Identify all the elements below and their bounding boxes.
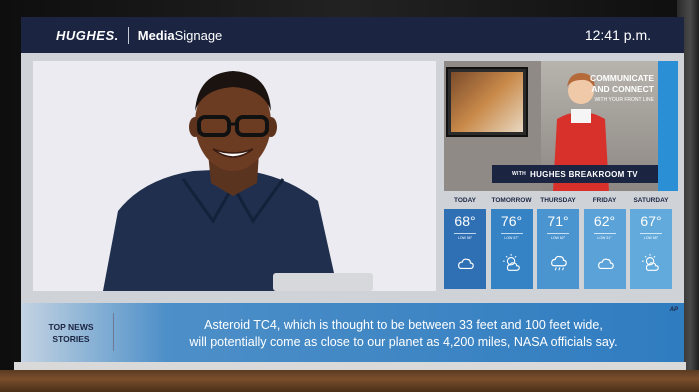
ticker-label: TOP NEWS STORIES xyxy=(31,321,111,345)
weather-high-temp: 67° xyxy=(640,213,662,229)
weather-divider xyxy=(547,233,569,234)
hughes-logo: HUGHES. xyxy=(56,27,119,43)
cloud-icon xyxy=(597,258,614,270)
product-name: MediaSignage xyxy=(138,28,223,43)
product-name-bold: Media xyxy=(137,27,175,43)
weather-day-tomorrow: TOMORROW 76° LOW 67° xyxy=(490,197,533,291)
promo-panel: COMMUNICATE AND CONNECT WITH YOUR FRONT … xyxy=(444,61,678,191)
weather-divider xyxy=(500,233,523,234)
promo-headline-line2: AND CONNECT xyxy=(591,84,654,94)
weather-day-name: FRIDAY xyxy=(592,197,617,204)
weather-day-name: THURSDAY xyxy=(540,197,576,204)
weather-day-today: TODAY 68° LOW 56° xyxy=(444,197,486,291)
promo-headline-line1: COMMUNICATE xyxy=(589,73,654,83)
ticker-label-line2: STORIES xyxy=(52,334,90,344)
rain-cloud-icon xyxy=(551,255,567,271)
ticker-label-line1: TOP NEWS xyxy=(48,322,94,332)
weather-card: 62° LOW 51° xyxy=(583,209,626,289)
weather-card: 68° LOW 56° xyxy=(444,209,486,289)
smiling-man-illustration xyxy=(33,61,436,291)
promo-tv-screen xyxy=(451,72,523,132)
sun-cloud-icon xyxy=(641,253,659,271)
weather-divider xyxy=(454,233,476,234)
cloud-icon xyxy=(458,258,474,270)
promo-subline: WITH YOUR FRONT LINE xyxy=(594,97,654,103)
weather-day-saturday: SATURDAY 67° LOW 58° xyxy=(630,197,672,291)
ticker-divider xyxy=(113,313,114,351)
weather-day-name: TOMORROW xyxy=(491,197,532,204)
weather-day-friday: FRIDAY 62° LOW 51° xyxy=(583,197,626,291)
product-name-light: Signage xyxy=(174,27,223,43)
tv-stand-base xyxy=(14,362,686,370)
ticker-headline-line2: will potentially come as close to our pl… xyxy=(189,335,618,349)
ticker-headline-line1: Asteroid TC4, which is thought to be bet… xyxy=(204,318,603,332)
promo-tv-image xyxy=(446,67,528,137)
ticker-headline: Asteroid TC4, which is thought to be bet… xyxy=(131,317,676,351)
sun-cloud-icon xyxy=(502,253,520,271)
weather-day-name: TODAY xyxy=(453,197,477,204)
promo-headline: COMMUNICATE AND CONNECT xyxy=(590,73,654,95)
weather-forecast: TODAY 68° LOW 56° TOMORROW 76° LOW 67° THURSDA… xyxy=(444,197,684,291)
hero-image xyxy=(33,61,436,291)
weather-low-temp: LOW 51° xyxy=(597,236,612,240)
clock: 12:41 p.m. xyxy=(584,27,651,43)
promo-band-text: HUGHES BREAKROOM TV xyxy=(530,169,638,179)
weather-card: 76° LOW 67° xyxy=(490,209,533,289)
weather-low-temp: LOW 58° xyxy=(643,236,659,240)
promo-band-prefix: WITH xyxy=(512,171,527,177)
weather-day-name: SATURDAY xyxy=(633,197,669,204)
logo-divider xyxy=(127,26,129,44)
weather-card: 67° LOW 58° xyxy=(630,209,672,289)
weather-low-temp: LOW 62° xyxy=(550,236,566,240)
weather-high-temp: 68° xyxy=(454,213,476,229)
weather-divider xyxy=(593,233,616,234)
weather-high-temp: 71° xyxy=(547,213,569,229)
weather-divider xyxy=(640,233,662,234)
ap-source-badge: AP xyxy=(669,307,678,313)
weather-card: 71° LOW 62° xyxy=(537,209,579,289)
header-bar: HUGHES. MediaSignage 12:41 p.m. xyxy=(21,17,684,53)
promo-accent-bar xyxy=(658,61,678,191)
news-ticker: TOP NEWS STORIES Asteroid TC4, which is … xyxy=(21,303,684,362)
promo-band: WITH HUGHES BREAKROOM TV xyxy=(492,165,658,183)
weather-day-thursday: THURSDAY 71° LOW 62° xyxy=(537,197,579,291)
weather-low-temp: LOW 56° xyxy=(457,236,473,240)
signage-screen: HUGHES. MediaSignage 12:41 p.m. COMMUNIC… xyxy=(21,17,684,362)
wooden-surface xyxy=(0,370,699,392)
weather-high-temp: 62° xyxy=(593,213,616,229)
weather-low-temp: LOW 67° xyxy=(504,236,519,240)
weather-high-temp: 76° xyxy=(500,213,523,229)
